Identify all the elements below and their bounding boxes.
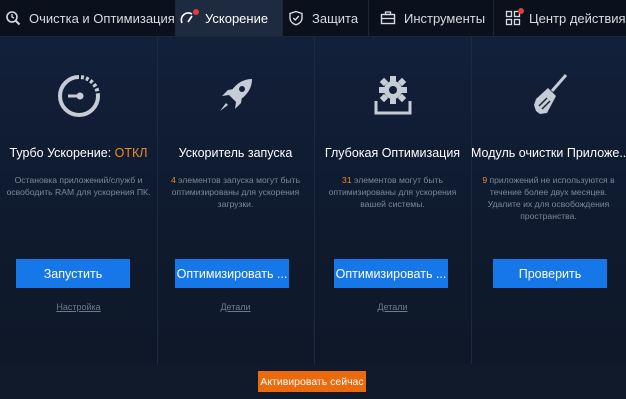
- tab-label: Защита: [312, 10, 359, 26]
- startup-booster-title: Ускоритель запуска: [178, 146, 293, 160]
- deep-optimize-button[interactable]: Оптимизировать ...: [334, 259, 448, 288]
- turbo-start-button[interactable]: Запустить: [16, 259, 130, 288]
- notification-dot: [518, 8, 524, 14]
- deep-optimization-card: Глубокая Оптимизация 31 элементов могут …: [314, 37, 472, 364]
- grid-icon: [504, 8, 524, 27]
- tab-action-center[interactable]: Центр действия: [494, 0, 626, 36]
- speedometer-icon: [57, 74, 100, 117]
- startup-details-link[interactable]: Детали: [157, 302, 314, 312]
- app-cleaner-check-button[interactable]: Проверить: [493, 259, 607, 288]
- tab-speedup[interactable]: Ускорение: [176, 0, 283, 36]
- broom-icon: [533, 74, 567, 114]
- tab-protection[interactable]: Защита: [283, 0, 369, 36]
- tab-label: Центр действия: [529, 10, 626, 26]
- tab-label: Ускорение: [205, 10, 269, 26]
- turbo-boost-title: Турбо Ускорение: ОТКЛ: [9, 146, 148, 160]
- turbo-boost-description: Остановка приложений/служб и освободить …: [6, 175, 151, 197]
- tab-bar: Очистка и Оптимизация Ускорение Защита И…: [0, 0, 626, 37]
- speedup-panel: Турбо Ускорение: ОТКЛ Остановка приложен…: [0, 37, 626, 364]
- deep-details-link[interactable]: Детали: [314, 302, 471, 312]
- tab-label: Инструменты: [404, 10, 486, 26]
- tab-tools[interactable]: Инструменты: [369, 0, 494, 36]
- activate-now-button[interactable]: Активировать сейчас: [258, 371, 366, 392]
- toolbox-icon: [379, 9, 397, 27]
- shield-icon: [287, 9, 305, 27]
- footer-bar: Активировать сейчас: [0, 364, 626, 399]
- search-icon: [4, 9, 22, 27]
- turbo-boost-card: Турбо Ускорение: ОТКЛ Остановка приложен…: [0, 37, 158, 364]
- app-cleaner-description: 9 приложений не используются в течение б…: [482, 175, 615, 221]
- tab-clean-optimize[interactable]: Очистка и Оптимизация: [0, 0, 176, 36]
- startup-booster-card: Ускоритель запуска 4 элементов запуска м…: [157, 37, 315, 364]
- startup-optimize-button[interactable]: Оптимизировать ...: [175, 259, 289, 288]
- app-cleaner-title: Модуль очистки Приложе...: [471, 146, 626, 160]
- notification-dot: [193, 9, 199, 15]
- app-cleaner-card: Модуль очистки Приложе... 9 приложений н…: [471, 37, 626, 364]
- rocket-icon: [219, 79, 252, 111]
- speedometer-icon: [180, 9, 199, 27]
- tab-label: Очистка и Оптимизация: [29, 10, 175, 26]
- deep-optimization-description: 31 элементов могут быть оптимизированы д…: [328, 175, 457, 209]
- gear-icon: [374, 76, 411, 115]
- startup-booster-description: 4 элементов запуска могут быть оптимизир…: [170, 175, 301, 209]
- deep-optimization-title: Глубокая Оптимизация: [324, 146, 461, 160]
- turbo-boost-status: ОТКЛ: [114, 146, 148, 160]
- turbo-settings-link[interactable]: Настройка: [0, 302, 157, 312]
